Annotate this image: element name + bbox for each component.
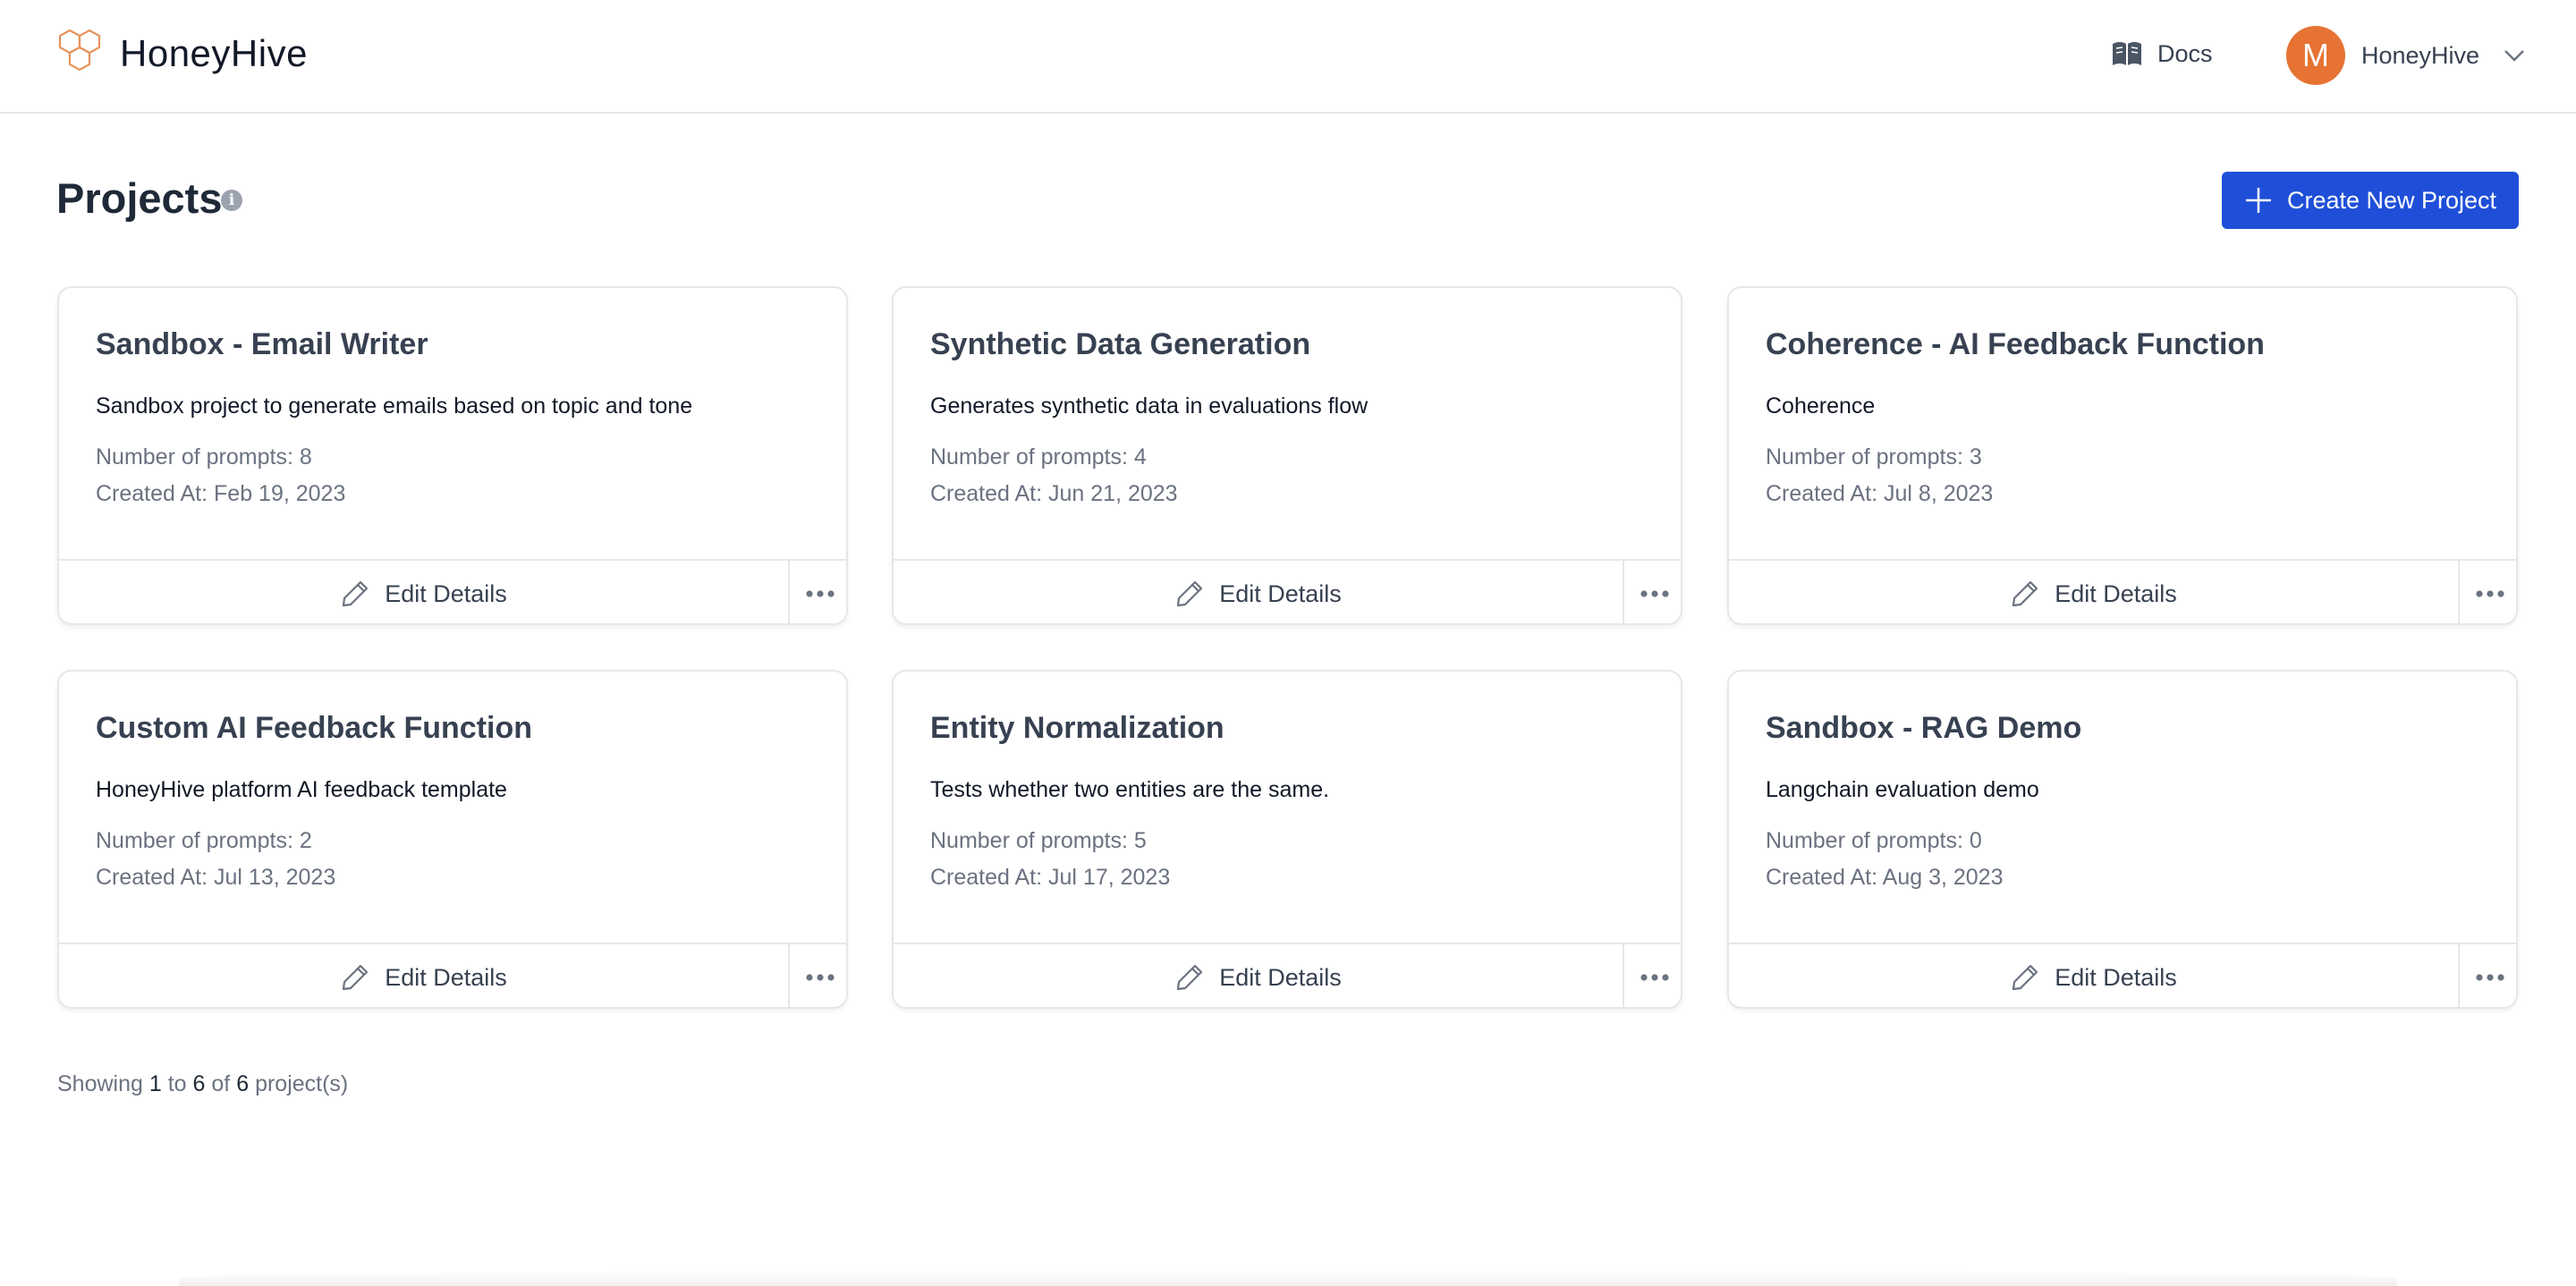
project-created-date: Created At: Aug 3, 2023	[1766, 865, 2004, 890]
project-prompt-count: Number of prompts: 2	[96, 828, 312, 853]
edit-details-button[interactable]: Edit Details	[59, 944, 788, 1007]
more-options-button[interactable]	[788, 944, 846, 1007]
edit-details-label: Edit Details	[1219, 580, 1342, 607]
project-card[interactable]: Custom AI Feedback Function HoneyHive pl…	[57, 670, 848, 1009]
pencil-icon	[343, 964, 369, 991]
avatar: M	[2286, 26, 2345, 85]
project-prompt-count: Number of prompts: 5	[930, 828, 1147, 853]
project-created-date: Created At: Jul 8, 2023	[1766, 481, 1994, 506]
project-description: Langchain evaluation demo	[1766, 777, 2039, 802]
plus-icon	[2245, 188, 2271, 213]
more-horizontal-icon	[1640, 590, 1669, 597]
edit-details-button[interactable]: Edit Details	[1729, 561, 2458, 623]
create-new-project-button[interactable]: Create New Project	[2222, 172, 2519, 229]
more-options-button[interactable]	[2458, 944, 2516, 1007]
create-new-project-label: Create New Project	[2286, 186, 2497, 214]
honeycomb-icon	[58, 29, 101, 72]
pagination-of-word: of	[211, 1071, 231, 1096]
project-description: Generates synthetic data in evaluations …	[930, 393, 1368, 419]
project-prompt-count: Number of prompts: 8	[96, 444, 312, 470]
edit-details-button[interactable]: Edit Details	[59, 561, 788, 623]
project-card-footer: Edit Details	[894, 559, 1681, 623]
more-options-button[interactable]	[1623, 944, 1681, 1007]
edit-details-label: Edit Details	[385, 580, 507, 607]
project-title[interactable]: Sandbox - RAG Demo	[1766, 711, 2081, 746]
pencil-icon	[343, 580, 369, 607]
docs-link[interactable]: Docs	[2111, 39, 2213, 68]
pagination-summary: Showing 1 to 6 of 6 project(s)	[57, 1071, 348, 1097]
project-title[interactable]: Sandbox - Email Writer	[96, 327, 428, 362]
more-horizontal-icon	[805, 590, 835, 597]
pagination-to: 6	[192, 1071, 206, 1096]
project-title[interactable]: Coherence - AI Feedback Function	[1766, 327, 2265, 362]
pagination-prefix: Showing	[57, 1071, 143, 1096]
user-menu[interactable]: M HoneyHive	[2286, 26, 2526, 85]
pagination-suffix: project(s)	[255, 1071, 349, 1096]
project-card[interactable]: Entity Normalization Tests whether two e…	[892, 670, 1682, 1009]
project-card-footer: Edit Details	[59, 559, 846, 623]
project-card[interactable]: Sandbox - RAG Demo Langchain evaluation …	[1727, 670, 2518, 1009]
project-created-date: Created At: Jul 17, 2023	[930, 865, 1171, 890]
bottom-edge-shadow	[179, 1270, 2397, 1286]
project-card[interactable]: Coherence - AI Feedback Function Coheren…	[1727, 286, 2518, 625]
more-options-button[interactable]	[1623, 561, 1681, 623]
project-created-date: Created At: Jun 21, 2023	[930, 481, 1178, 506]
brand-name: HoneyHive	[120, 32, 308, 74]
project-title[interactable]: Synthetic Data Generation	[930, 327, 1310, 362]
project-card-footer: Edit Details	[1729, 943, 2516, 1007]
edit-details-label: Edit Details	[385, 963, 507, 991]
user-name: HoneyHive	[2361, 41, 2480, 69]
project-prompt-count: Number of prompts: 4	[930, 444, 1147, 470]
edit-details-button[interactable]: Edit Details	[894, 561, 1623, 623]
project-created-date: Created At: Jul 13, 2023	[96, 865, 336, 890]
pencil-icon	[1177, 580, 1203, 607]
edit-details-button[interactable]: Edit Details	[894, 944, 1623, 1007]
more-horizontal-icon	[1640, 974, 1669, 981]
book-icon	[2113, 42, 2141, 65]
page-title: Projects	[56, 174, 223, 222]
more-horizontal-icon	[805, 974, 835, 981]
pencil-icon	[2012, 580, 2038, 607]
pencil-icon	[1177, 964, 1203, 991]
pagination-total: 6	[236, 1071, 250, 1096]
project-card[interactable]: Sandbox - Email Writer Sandbox project t…	[57, 286, 848, 625]
project-title[interactable]: Custom AI Feedback Function	[96, 711, 532, 746]
project-description: Coherence	[1766, 393, 1876, 419]
project-prompt-count: Number of prompts: 0	[1766, 828, 1982, 853]
edit-details-label: Edit Details	[1219, 963, 1342, 991]
pencil-icon	[2012, 964, 2038, 991]
project-title[interactable]: Entity Normalization	[930, 711, 1224, 746]
more-horizontal-icon	[2475, 974, 2504, 981]
top-navigation-bar: HoneyHive Docs M HoneyHive	[0, 0, 2576, 114]
edit-details-label: Edit Details	[2055, 963, 2177, 991]
docs-label: Docs	[2157, 39, 2213, 67]
project-card-footer: Edit Details	[59, 943, 846, 1007]
pagination-to-word: to	[167, 1071, 187, 1096]
info-icon[interactable]: i	[221, 190, 242, 211]
project-created-date: Created At: Feb 19, 2023	[96, 481, 346, 506]
project-description: Tests whether two entities are the same.	[930, 777, 1330, 802]
project-card-footer: Edit Details	[1729, 559, 2516, 623]
edit-details-label: Edit Details	[2055, 580, 2177, 607]
more-options-button[interactable]	[788, 561, 846, 623]
project-card[interactable]: Synthetic Data Generation Generates synt…	[892, 286, 1682, 625]
brand-logo[interactable]: HoneyHive	[55, 27, 308, 80]
project-prompt-count: Number of prompts: 3	[1766, 444, 1982, 470]
more-options-button[interactable]	[2458, 561, 2516, 623]
pagination-from: 1	[148, 1071, 162, 1096]
edit-details-button[interactable]: Edit Details	[1729, 944, 2458, 1007]
chevron-down-icon	[2504, 50, 2524, 62]
project-description: Sandbox project to generate emails based…	[96, 393, 693, 419]
more-horizontal-icon	[2475, 590, 2504, 597]
project-description: HoneyHive platform AI feedback template	[96, 777, 507, 802]
project-card-footer: Edit Details	[894, 943, 1681, 1007]
